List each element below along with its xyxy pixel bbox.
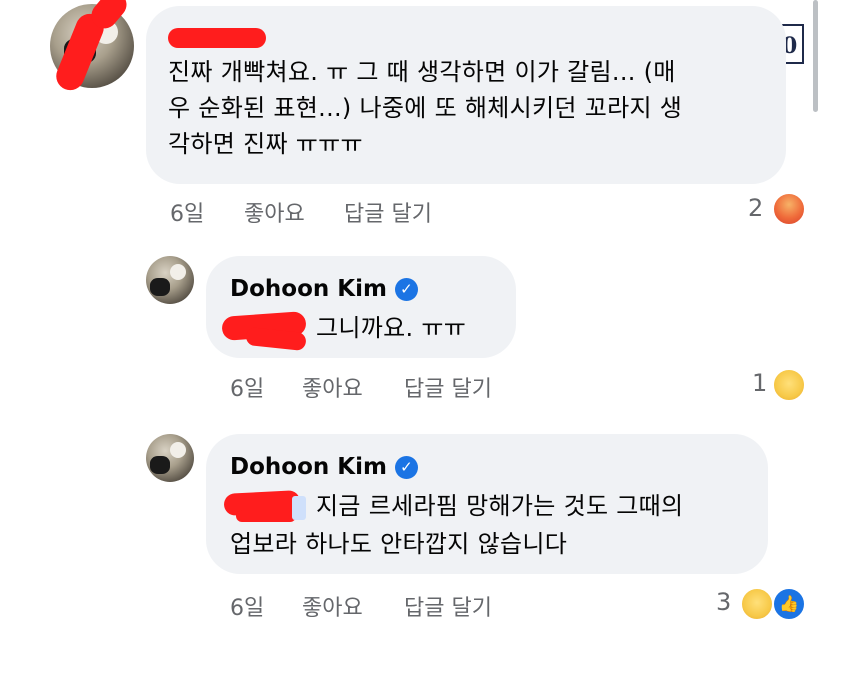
like-button[interactable]: 좋아요 [244,196,305,228]
author-name[interactable]: Dohoon Kim ✓ [230,276,418,302]
comment-bubble: Dohoon Kim ✓ 지금 르세라핌 망해가는 것도 그때의 업보라 하나도 … [206,434,768,574]
angry-emoji-icon[interactable] [772,192,806,226]
avatar-detail [170,442,186,458]
like-button[interactable]: 좋아요 [302,590,363,622]
comment-actions: 6일 좋아요 답글 달기 [230,371,530,403]
reaction-count[interactable]: 2 [748,194,763,222]
verified-badge-icon: ✓ [394,456,418,479]
timestamp[interactable]: 6일 [230,590,264,622]
comment-actions: 6일 좋아요 답글 달기 [170,196,470,228]
author-name-text[interactable]: Dohoon Kim [230,276,387,302]
mention-redaction [236,510,296,522]
comment-text-line: 우 순화된 표현...) 나중에 또 해체시키던 꼬라지 생 [168,94,683,122]
comment-text-line: 진짜 개빡쳐요. ㅠ 그 때 생각하면 이가 갈림... (매 [168,58,676,86]
avatar[interactable] [146,434,194,482]
comment-text-line: 지금 르세라핌 망해가는 것도 그때의 [316,492,684,520]
timestamp[interactable]: 6일 [170,196,204,228]
comment-bubble: Dohoon Kim ✓ 그니까요. ㅠㅠ [206,256,516,358]
scrollbar[interactable] [813,0,818,112]
sad-emoji-icon[interactable] [740,587,774,621]
author-name-text[interactable]: Dohoon Kim [230,454,387,480]
reply-button[interactable]: 답글 달기 [404,371,492,403]
verified-badge-icon: ✓ [394,278,418,301]
mention-highlight[interactable] [292,496,306,520]
author-redaction [168,28,266,48]
comment-text: 그니까요. ㅠㅠ [316,314,467,342]
avatar-detail [150,278,170,296]
avatar-detail [150,456,170,474]
avatar[interactable] [146,256,194,304]
comment-actions: 6일 좋아요 답글 달기 [230,590,530,622]
avatar-detail [170,264,186,280]
comment-text: 진짜 개빡쳐요. ㅠ 그 때 생각하면 이가 갈림... (매 우 순화된 표현… [168,54,778,162]
reply-button[interactable]: 답글 달기 [404,590,492,622]
reaction-count[interactable]: 1 [752,369,767,397]
like-button[interactable]: 좋아요 [302,371,363,403]
reply-button[interactable]: 답글 달기 [344,196,432,228]
reaction-count[interactable]: 3 [716,588,731,616]
like-emoji-icon[interactable]: 👍 [772,587,806,621]
comment-text-line: 업보라 하나도 안타깝지 않습니다 [230,530,568,558]
sad-emoji-icon[interactable] [772,368,806,402]
author-name[interactable]: Dohoon Kim ✓ [230,454,418,480]
comment-text-line: 각하면 진짜 ㅠㅠㅠ [168,130,363,158]
comment-bubble: 진짜 개빡쳐요. ㅠ 그 때 생각하면 이가 갈림... (매 우 순화된 표현… [146,6,786,184]
timestamp[interactable]: 6일 [230,371,264,403]
